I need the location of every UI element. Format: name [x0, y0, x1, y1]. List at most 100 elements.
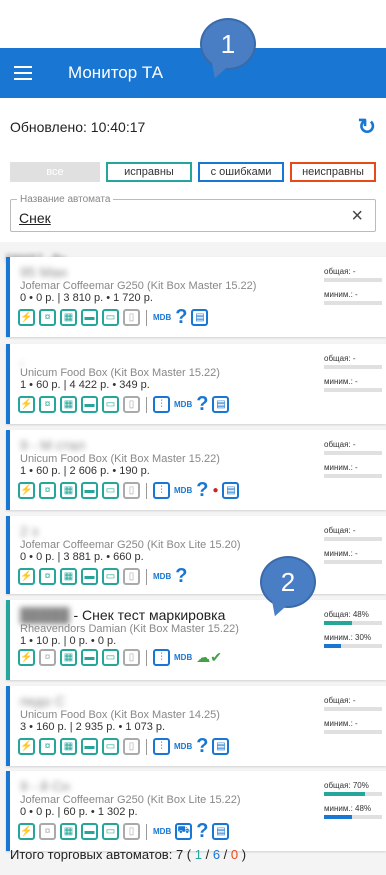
machine-card[interactable]: 2 з Jofemar Coffeemar G250 (Kit Box Lite …	[6, 516, 386, 594]
sensor-icon: ⫶	[153, 482, 170, 499]
close-icon[interactable]: ×	[351, 205, 363, 228]
display-icon: ▭	[102, 568, 119, 585]
total-fill-label: общая: -	[324, 354, 382, 363]
callout-2: 2	[260, 556, 316, 608]
card-icon: ▬	[81, 823, 98, 840]
coin-icon: ¤	[39, 396, 56, 413]
footer-label: Итого торговых автоматов:	[10, 847, 173, 862]
total-fill-value: 70%	[352, 781, 369, 790]
bill-icon: ▦	[60, 309, 77, 326]
question-icon: ?	[196, 820, 209, 842]
fill-levels: общая: 70% миним.: 48%	[324, 781, 382, 827]
total-fill-caption: общая:	[324, 696, 351, 705]
machine-name: педо С	[20, 693, 66, 709]
card-icon: ▬	[81, 568, 98, 585]
footer-errors-count: 6	[212, 847, 221, 862]
refresh-icon[interactable]: ↻	[358, 114, 376, 140]
filter-ok-button[interactable]: исправны	[106, 162, 192, 182]
min-fill-value: -	[355, 719, 358, 728]
mdb-icon: MDB	[174, 653, 193, 662]
min-fill-value: -	[355, 549, 358, 558]
min-fill-value: -	[355, 377, 358, 386]
app-title: Монитор ТА	[68, 63, 164, 82]
total-fill-caption: общая:	[324, 354, 351, 363]
mdb-icon: MDB	[174, 400, 193, 409]
mdb-icon: MDB	[153, 313, 172, 322]
fill-levels: общая: - миним.: -	[324, 354, 382, 400]
mdb-icon: MDB	[174, 486, 193, 495]
min-fill-caption: миним.:	[324, 290, 353, 299]
total-fill-caption: общая:	[324, 781, 351, 790]
card-icon: ▬	[81, 396, 98, 413]
mdb-icon: MDB	[153, 572, 172, 581]
card-icon: ▬	[81, 309, 98, 326]
status-bar: Обновлено: 10:40:17 ↻	[0, 98, 386, 156]
machine-name: 9 - й Сн	[20, 778, 70, 794]
filter-faulty-button[interactable]: неисправны	[290, 162, 376, 182]
power-icon: ⚡	[18, 309, 35, 326]
filter-all-button[interactable]: все	[10, 162, 100, 182]
machine-card[interactable]: педо С Unicum Food Box (Kit Box Master 14…	[6, 686, 386, 766]
machine-name: - Снек тест маркировка	[73, 607, 226, 623]
min-fill-label: миним.: 48%	[324, 804, 382, 813]
question-icon: ?	[196, 735, 209, 757]
door-icon: ▯	[123, 568, 140, 585]
bill-icon: ▦	[60, 738, 77, 755]
total-fill-value: -	[352, 526, 356, 535]
bill-icon: ▦	[60, 482, 77, 499]
sensor-icon: ⫶	[153, 738, 170, 755]
total-fill-label: общая: -	[324, 267, 382, 276]
machine-name: 95 Ман	[20, 264, 67, 280]
door-icon: ▯	[123, 649, 140, 666]
total-fill-value: -	[352, 354, 356, 363]
total-fill-bar	[324, 278, 382, 282]
divider	[146, 738, 147, 755]
min-fill-bar	[324, 301, 382, 305]
cloud-ok-icon: ☁✔	[196, 649, 222, 665]
total-fill-caption: общая:	[324, 526, 351, 535]
mdb-icon: MDB	[153, 827, 172, 836]
callout-1: 1	[200, 18, 256, 70]
error-icon: ●	[212, 485, 219, 496]
total-fill-value: -	[352, 267, 356, 276]
machine-card[interactable]: 95 Ман Jofemar Coffeemar G250 (Kit Box Ma…	[6, 257, 386, 337]
total-fill-bar	[324, 451, 382, 455]
display-icon: ▭	[102, 823, 119, 840]
fill-levels: общая: - миним.: -	[324, 440, 382, 486]
machine-card[interactable]: , Unicum Food Box (Kit Box Master 15.22) 1…	[6, 344, 386, 424]
min-fill-label: миним.: -	[324, 719, 382, 728]
total-fill-bar	[324, 621, 382, 625]
power-icon: ⚡	[18, 738, 35, 755]
total-fill-caption: общая:	[324, 440, 351, 449]
min-fill-bar	[324, 560, 382, 564]
min-fill-caption: миним.:	[324, 549, 353, 558]
menu-icon[interactable]	[14, 66, 32, 80]
total-fill-value: -	[352, 696, 356, 705]
display-icon: ▭	[102, 738, 119, 755]
power-icon: ⚡	[18, 396, 35, 413]
min-fill-label: миним.: -	[324, 377, 382, 386]
machine-card[interactable]: 9 - й Сн Jofemar Coffeemar G250 (Kit Box …	[6, 771, 386, 851]
coin-icon: ¤	[39, 568, 56, 585]
cart-icon: ⛟	[175, 823, 193, 840]
total-fill-value: 48%	[352, 610, 369, 619]
machine-card[interactable]: 9 - М стал Unicum Food Box (Kit Box Maste…	[6, 430, 386, 510]
total-fill-label: общая: -	[324, 440, 382, 449]
card-icon: ▬	[81, 482, 98, 499]
search-label: Название автомата	[20, 194, 111, 205]
bill-icon: ▦	[60, 823, 77, 840]
machine-card[interactable]: █████ - Снек тест маркировка Rheavendors …	[6, 600, 386, 680]
min-fill-caption: миним.:	[324, 633, 353, 642]
filter-errors-button[interactable]: с ошибками	[198, 162, 284, 182]
min-fill-caption: миним.:	[324, 377, 353, 386]
divider	[146, 482, 147, 499]
question-icon: ?	[175, 565, 188, 587]
min-fill-bar	[324, 730, 382, 734]
sensor-icon: ⫶	[153, 649, 170, 666]
total-fill-bar	[324, 792, 382, 796]
display-icon: ▭	[102, 309, 119, 326]
total-fill-label: общая: 70%	[324, 781, 382, 790]
total-fill-label: общая: -	[324, 526, 382, 535]
search-field[interactable]: Название автомата Снек ×	[0, 194, 386, 242]
search-input[interactable]: Снек	[19, 210, 51, 226]
